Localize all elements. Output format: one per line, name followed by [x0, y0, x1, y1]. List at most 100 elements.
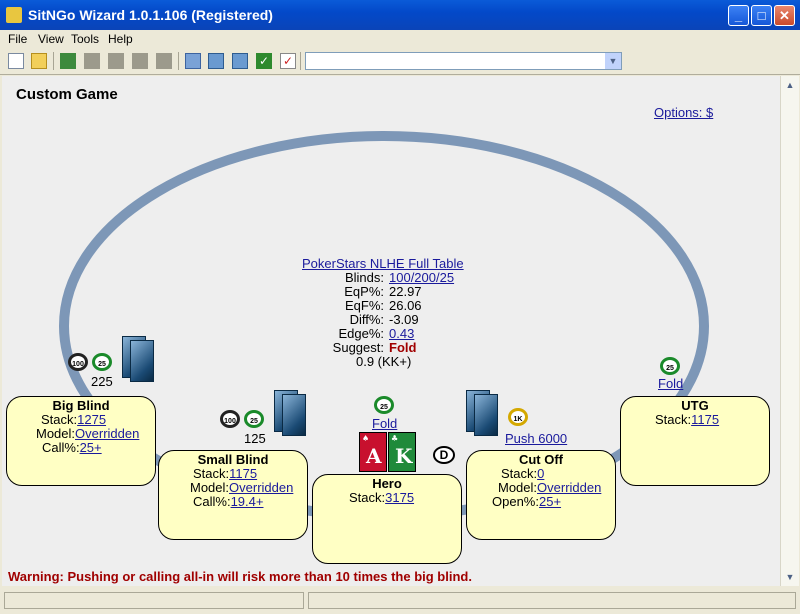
big-blind-stack-link[interactable]: 1275 [77, 412, 106, 427]
image-icon[interactable] [232, 53, 248, 69]
chip-100-icon: 100 [68, 353, 88, 371]
maximize-button[interactable]: □ [751, 5, 772, 26]
card-back-icon [130, 340, 154, 382]
toolbar-separator [178, 52, 179, 70]
status-bar [0, 588, 800, 614]
cut-off-stack-link[interactable]: 0 [537, 466, 544, 481]
card-suit: ♣ [391, 434, 399, 443]
card-suit: ♠ [362, 434, 370, 443]
edge-label: Edge%: [338, 326, 384, 341]
big-blind-model-link[interactable]: Overridden [75, 426, 139, 441]
disabled-tool-icon [108, 53, 124, 69]
big-blind-call-link[interactable]: 25+ [80, 440, 102, 455]
stack-label: Stack: [501, 466, 538, 481]
call-label: Call%: [193, 494, 231, 509]
model-label: Model: [498, 480, 538, 495]
menu-file[interactable]: File [8, 32, 27, 46]
export-icon[interactable] [208, 53, 224, 69]
window-title: SitNGo Wizard 1.0.1.106 (Registered) [28, 7, 273, 23]
menu-help[interactable]: Help [108, 32, 133, 46]
cut-off-action-link[interactable]: Push 6000 [505, 431, 567, 446]
card-back-icon [474, 394, 498, 436]
home-icon[interactable] [60, 53, 76, 69]
cut-off-model-link[interactable]: Overridden [537, 480, 601, 495]
range-text: 0.9 (KK+) [356, 354, 412, 369]
status-panel [308, 592, 796, 609]
card-rank: A [366, 444, 382, 468]
seat-name: Hero [372, 476, 402, 491]
title-bar[interactable]: SitNGo Wizard 1.0.1.106 (Registered) _ □… [0, 0, 800, 30]
blinds-value[interactable]: 100/200/25 [389, 270, 454, 285]
warning-message: Warning: Pushing or calling all-in will … [8, 569, 472, 584]
edge-value[interactable]: 0.43 [389, 326, 414, 341]
checklist-icon[interactable]: ✓ [280, 53, 296, 69]
stack-label: Stack: [349, 490, 386, 505]
chevron-down-icon[interactable]: ▼ [605, 53, 621, 69]
seat-hero[interactable]: Hero Stack:3175 [312, 474, 462, 564]
big-blind-bet: 225 [91, 374, 113, 389]
seat-cut-off[interactable]: Cut Off Stack:0 Model:Overridden Open%:2… [466, 450, 616, 540]
stack-label: Stack: [41, 412, 78, 427]
copy-icon[interactable] [185, 53, 201, 69]
disabled-tool-icon [84, 53, 100, 69]
utg-stack-link[interactable]: 1175 [691, 412, 719, 427]
check-icon[interactable]: ✓ [256, 53, 272, 69]
hero-stack-link[interactable]: 3175 [385, 490, 414, 505]
close-button[interactable]: ✕ [774, 5, 795, 26]
small-blind-stack-link[interactable]: 1175 [229, 466, 257, 481]
king-clubs-card: ♣ K [388, 432, 416, 472]
scroll-down-icon[interactable]: ▼ [783, 570, 797, 584]
status-panel [4, 592, 304, 609]
seat-name: UTG [681, 398, 709, 413]
seat-name: Cut Off [518, 452, 564, 467]
toolbar-separator [53, 52, 54, 70]
seat-small-blind[interactable]: Small Blind Stack:1175 Model:Overridden … [158, 450, 308, 540]
ace-spades-card: ♠ A [359, 432, 387, 472]
stack-label: Stack: [193, 466, 230, 481]
seat-utg[interactable]: UTG Stack:1175 [620, 396, 770, 486]
toolbar-separator [300, 52, 301, 70]
cut-off-open-link[interactable]: 25+ [539, 494, 561, 509]
seat-name: Big Blind [52, 398, 110, 413]
chip-25-icon: 25 [374, 396, 394, 414]
diff-value: -3.09 [389, 312, 419, 327]
stack-label: Stack: [655, 412, 692, 427]
open-folder-icon[interactable] [31, 53, 47, 69]
new-document-icon[interactable] [8, 53, 24, 69]
utg-action-link[interactable]: Fold [658, 376, 683, 391]
card-back-icon [282, 394, 306, 436]
small-blind-bet: 125 [244, 431, 266, 446]
dealer-button: D [433, 446, 455, 464]
menu-tools[interactable]: Tools [71, 32, 99, 46]
minimize-button[interactable]: _ [728, 5, 749, 26]
chip-25-icon: 25 [660, 357, 680, 375]
eqp-label: EqP%: [344, 284, 384, 299]
hero-action-link[interactable]: Fold [372, 416, 397, 431]
seat-name: Small Blind [197, 452, 269, 467]
menu-view[interactable]: View [38, 32, 64, 46]
call-label: Call%: [42, 440, 80, 455]
small-blind-model-link[interactable]: Overridden [229, 480, 293, 495]
vertical-scrollbar[interactable]: ▲ ▼ [780, 76, 799, 586]
main-content: Custom Game Options: $ PokerStars NLHE F… [2, 76, 780, 586]
table-name-link[interactable]: PokerStars NLHE Full Table [302, 256, 464, 271]
table-select-combo[interactable]: ▼ [305, 52, 622, 70]
chip-100-icon: 100 [220, 410, 240, 428]
small-blind-call-link[interactable]: 19.4+ [231, 494, 264, 509]
disabled-tool-icon [132, 53, 148, 69]
disabled-tool-icon [156, 53, 172, 69]
chip-25-icon: 25 [244, 410, 264, 428]
chip-1k-icon: 1K [508, 408, 528, 426]
open-label: Open%: [492, 494, 539, 509]
suggest-value: Fold [389, 340, 417, 355]
card-rank: K [395, 444, 413, 468]
suggest-label: Suggest: [332, 340, 384, 355]
scroll-up-icon[interactable]: ▲ [783, 78, 797, 92]
menu-bar: File View Tools Help [0, 30, 800, 48]
eqf-label: EqF%: [344, 298, 384, 313]
model-label: Model: [190, 480, 230, 495]
app-window: SitNGo Wizard 1.0.1.106 (Registered) _ □… [0, 0, 800, 614]
model-label: Model: [36, 426, 76, 441]
blinds-label: Blinds: [344, 270, 384, 285]
seat-big-blind[interactable]: Big Blind Stack:1275 Model:Overridden Ca… [6, 396, 156, 486]
